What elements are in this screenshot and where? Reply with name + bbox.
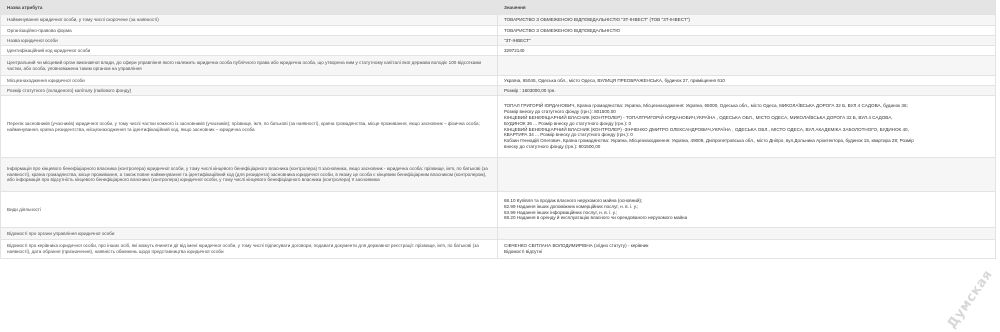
attribute-name: Місцезнаходження юридичної особи xyxy=(0,75,498,86)
attribute-name: Ідентифікаційний код юридичної особи xyxy=(0,45,498,56)
value-line: 32972140 xyxy=(504,47,525,53)
watermark-logo: Думская xyxy=(944,267,996,332)
attribute-name: Інформація про кінцевого бенефіціарного … xyxy=(0,157,498,192)
table-header-row: Назва атрибута Значення xyxy=(0,0,996,15)
table-row: Центральний чи місцевий орган виконавчої… xyxy=(0,55,996,76)
attribute-name: Назва юридичної особи xyxy=(0,35,498,46)
attribute-value xyxy=(497,227,996,240)
table-row: Ідентифікаційний код юридичної особи 329… xyxy=(0,45,996,56)
attribute-name: Найменування юридичної особи, у тому чис… xyxy=(0,14,498,26)
table-row: Організаційно-правова форма ТОВАРИСТВО З… xyxy=(0,25,996,36)
attribute-value: ТОПАЛ ГРИГОРІЙ ЮРДАНОВИЧ, Країна громадя… xyxy=(497,95,996,158)
table-row: Місцезнаходження юридичної особи Україна… xyxy=(0,75,996,86)
attribute-name: Види діяльності xyxy=(0,191,498,228)
value-line: "3Т-ІНВЕСТ" xyxy=(504,37,531,43)
table-row: Види діяльності 68.10 Купівля та продаж … xyxy=(0,191,996,228)
value-line: Розмір : 1603000,00 грн. xyxy=(504,87,556,93)
attribute-value: ТОВАРИСТВО З ОБМЕЖЕНОЮ ВІДПОВІДАЛЬНІСТЮ … xyxy=(497,14,996,26)
attribute-name: Організаційно-правова форма xyxy=(0,25,498,36)
value-line: внеску до статутного фонду (грн.): 80150… xyxy=(504,143,601,149)
value-line: 68.20 Надання в оренду й експлуатацію вл… xyxy=(504,215,688,221)
attribute-name: Відомості про органи управління юридично… xyxy=(0,227,498,240)
registry-table: Назва атрибута Значення Найменування юри… xyxy=(0,0,996,259)
value-line: Відомості відсутні xyxy=(504,249,543,254)
attribute-value xyxy=(497,55,996,76)
header-attribute-value: Значення xyxy=(497,0,996,15)
attribute-value: "3Т-ІНВЕСТ" xyxy=(497,35,996,46)
value-line: Україна, 65045, Одеська обл., місто Одес… xyxy=(504,77,725,83)
attribute-value: ТОВАРИСТВО З ОБМЕЖЕНОЮ ВІДПОВІДАЛЬНІСТЮ xyxy=(497,25,996,36)
table-row: Розмір статутного (складеного) капіталу … xyxy=(0,85,996,96)
table-row: Відомості про керівника юридичної особи,… xyxy=(0,239,996,259)
table-row: Найменування юридичної особи, у тому чис… xyxy=(0,14,996,26)
attribute-name: Відомості про керівника юридичної особи,… xyxy=(0,239,498,259)
attribute-value: 32972140 xyxy=(497,45,996,56)
table-row: Відомості про органи управління юридично… xyxy=(0,227,996,240)
attribute-value: 68.10 Купівля та продаж власного нерухом… xyxy=(497,191,996,228)
value-line: ТОВАРИСТВО З ОБМЕЖЕНОЮ ВІДПОВІДАЛЬНІСТЮ xyxy=(504,27,621,33)
attribute-value xyxy=(497,157,996,192)
attribute-name: Центральний чи місцевий орган виконавчої… xyxy=(0,55,498,76)
table-row: Перелік засновників (учасників) юридично… xyxy=(0,95,996,158)
table-row: Інформація про кінцевого бенефіціарного … xyxy=(0,157,996,192)
attribute-name: Перелік засновників (учасників) юридично… xyxy=(0,95,498,158)
table-row: Назва юридичної особи "3Т-ІНВЕСТ" xyxy=(0,35,996,46)
attribute-value: Україна, 65045, Одеська обл., місто Одес… xyxy=(497,75,996,86)
header-attribute-name: Назва атрибута xyxy=(0,0,498,15)
attribute-value: СІВЧЕНКО СВІТЛАНА ВОЛОДИМИРІВНА (згідно … xyxy=(497,239,996,259)
value-line: ТОВАРИСТВО З ОБМЕЖЕНОЮ ВІДПОВІДАЛЬНІСТЮ … xyxy=(504,17,690,23)
attribute-name: Розмір статутного (складеного) капіталу … xyxy=(0,85,498,96)
attribute-value: Розмір : 1603000,00 грн. xyxy=(497,85,996,96)
